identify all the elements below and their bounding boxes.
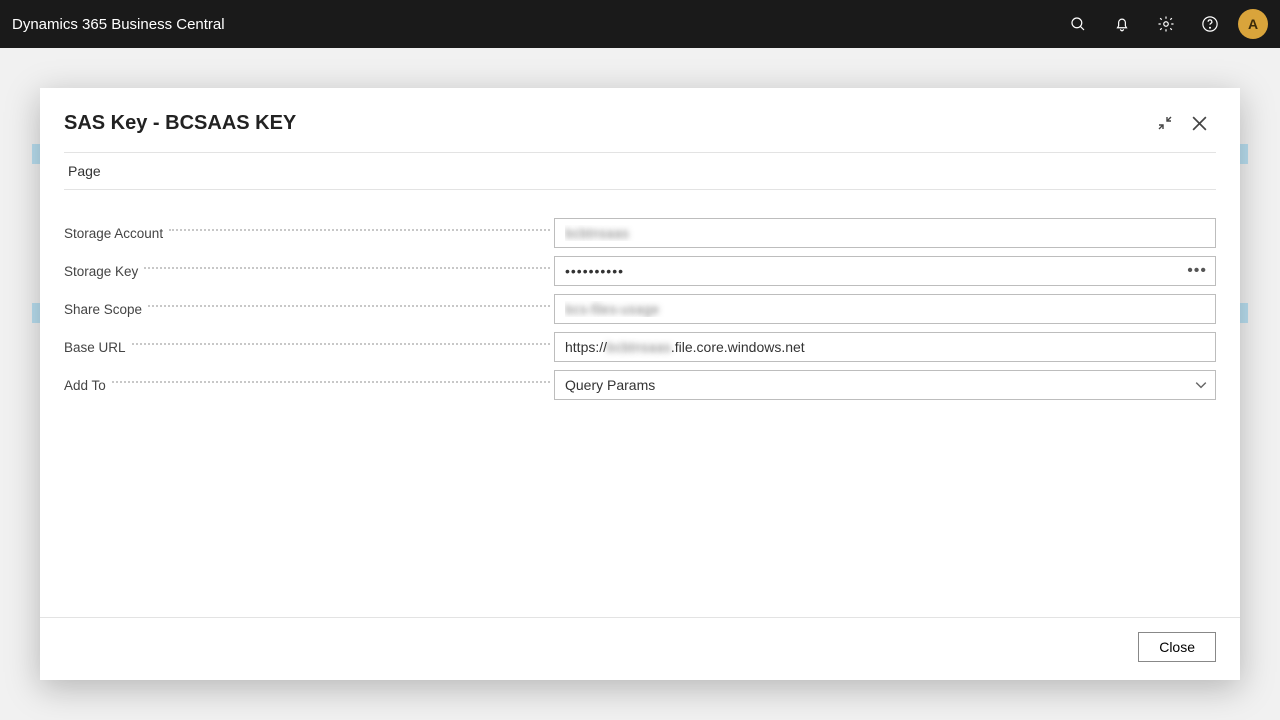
- help-icon[interactable]: [1188, 0, 1232, 48]
- field-label: Add To: [64, 378, 112, 393]
- field-share-scope: Share Scope: [64, 290, 1216, 328]
- app-topbar: Dynamics 365 Business Central A: [0, 0, 1280, 48]
- field-label: Share Scope: [64, 302, 148, 317]
- dialog-form: Storage Account Storage Key ••• Share Sc…: [40, 206, 1240, 412]
- dialog-header: SAS Key - BCSAAS KEY: [40, 88, 1240, 152]
- avatar[interactable]: A: [1238, 9, 1268, 39]
- dialog-title: SAS Key - BCSAAS KEY: [64, 112, 1148, 135]
- storage-account-input[interactable]: [554, 218, 1216, 248]
- field-add-to: Add To: [64, 366, 1216, 404]
- more-options-icon[interactable]: •••: [1187, 257, 1207, 285]
- field-label: Base URL: [64, 340, 132, 355]
- minimize-icon[interactable]: [1148, 106, 1182, 140]
- base-url-suffix: .file.core.windows.net: [671, 339, 805, 355]
- app-title: Dynamics 365 Business Central: [12, 16, 225, 33]
- avatar-initial: A: [1248, 16, 1258, 32]
- dialog-footer: Close: [40, 617, 1240, 680]
- sas-key-dialog: SAS Key - BCSAAS KEY Page Storage Accoun…: [40, 88, 1240, 680]
- base-url-host: bcbtnsaas: [607, 339, 671, 355]
- close-icon[interactable]: [1182, 106, 1216, 140]
- search-icon[interactable]: [1056, 0, 1100, 48]
- field-storage-account: Storage Account: [64, 214, 1216, 252]
- base-url-prefix: https://: [565, 339, 607, 355]
- share-scope-input[interactable]: [554, 294, 1216, 324]
- gear-icon[interactable]: [1144, 0, 1188, 48]
- field-label: Storage Account: [64, 226, 169, 241]
- field-base-url: Base URL https://bcbtnsaas.file.core.win…: [64, 328, 1216, 366]
- base-url-input[interactable]: https://bcbtnsaas.file.core.windows.net: [554, 332, 1216, 362]
- field-storage-key: Storage Key •••: [64, 252, 1216, 290]
- chevron-down-icon[interactable]: [1195, 371, 1207, 399]
- storage-key-input[interactable]: •••: [554, 256, 1216, 286]
- close-button[interactable]: Close: [1138, 632, 1216, 662]
- tab-page[interactable]: Page: [64, 159, 105, 183]
- dialog-tabs: Page: [40, 153, 1240, 189]
- add-to-select[interactable]: [554, 370, 1216, 400]
- bell-icon[interactable]: [1100, 0, 1144, 48]
- field-label: Storage Key: [64, 264, 144, 279]
